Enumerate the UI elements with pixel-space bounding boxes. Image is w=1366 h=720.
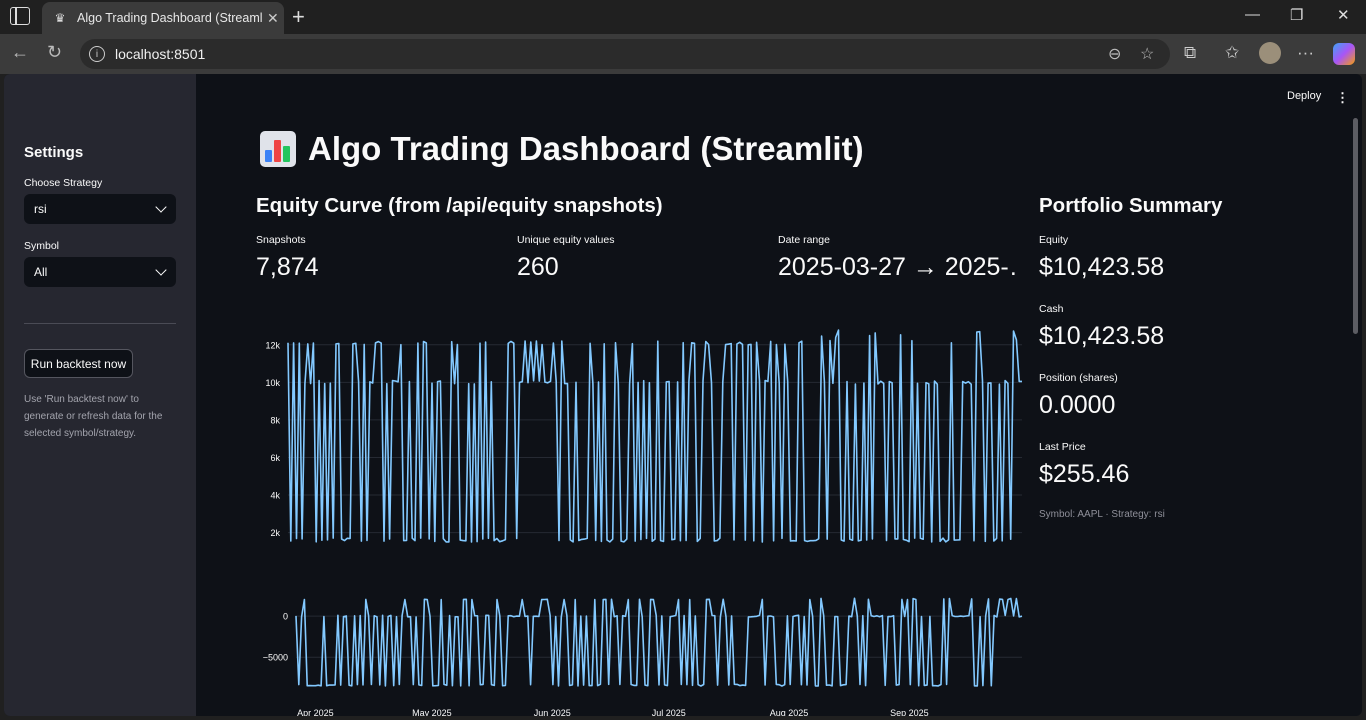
portfolio-caption: Symbol: AAPL · Strategy: rsi — [1039, 509, 1165, 520]
equity-heading: Equity Curve (from /api/equity snapshots… — [256, 194, 663, 217]
page-title-row: Algo Trading Dashboard (Streamlit) — [260, 130, 864, 168]
y-tick-label: 2k — [270, 528, 280, 538]
reload-icon[interactable]: ↻ — [47, 42, 62, 63]
strategy-select-value: rsi — [34, 202, 47, 216]
y-tick-label: −5000 — [263, 653, 288, 663]
metric-label: Date range — [778, 234, 830, 246]
equity-change-chart[interactable]: 0 −5000 Apr 2025 May 2025 Jun 2025 Jul 2025 Au… — [250, 594, 1026, 716]
url-bar[interactable]: i localhost:8501 ⊖ ☆ — [80, 39, 1170, 69]
last-price-label: Last Price — [1039, 441, 1086, 453]
copilot-icon[interactable] — [1333, 43, 1355, 65]
sidebar-toggle-icon[interactable] — [10, 7, 30, 25]
y-tick-label: 10k — [265, 378, 280, 388]
sidebar-help-text: Use 'Run backtest now' to generate or re… — [24, 394, 163, 439]
last-price-value: $255.46 — [1039, 460, 1130, 488]
more-menu-icon[interactable]: ··· — [1297, 43, 1314, 63]
chevron-down-icon — [155, 201, 167, 213]
equity-chart[interactable]: 2k4k6k8k10k12kApr 2025May 2025Jun 2025Ju… — [250, 314, 1026, 564]
streamlit-favicon-icon: ♛ — [54, 11, 66, 25]
streamlit-page: Settings Choose Strategy rsi Symbol All … — [4, 74, 1362, 716]
url-text: localhost:8501 — [115, 46, 206, 62]
x-tick-label: Aug 2025 — [770, 708, 809, 716]
y-tick-label: 0 — [283, 612, 288, 622]
sidebar: Settings Choose Strategy rsi Symbol All … — [4, 74, 196, 716]
equity-label: Equity — [1039, 234, 1069, 246]
metric-value: 7,874 — [256, 253, 319, 281]
equity-value: $10,423.58 — [1039, 253, 1165, 281]
profile-avatar[interactable] — [1259, 42, 1281, 64]
equity-series-line — [295, 597, 1023, 687]
tab-close-icon[interactable]: ✕ — [267, 10, 279, 27]
new-tab-icon[interactable]: + — [292, 4, 305, 30]
y-tick-label: 8k — [270, 415, 280, 425]
metric-label: Unique equity values — [517, 234, 615, 246]
extensions-icon[interactable]: ⧉ — [1184, 43, 1196, 63]
symbol-select-value: All — [34, 265, 48, 279]
x-tick-label: Apr 2025 — [297, 708, 334, 716]
x-tick-label: Jun 2025 — [534, 708, 571, 716]
strategy-label: Choose Strategy — [24, 177, 103, 189]
symbol-select[interactable]: All — [24, 257, 176, 287]
cash-value: $10,423.58 — [1039, 322, 1165, 350]
tab-title: Algo Trading Dashboard (Streamlit) — [77, 11, 263, 25]
restore-icon[interactable]: ❐ — [1290, 6, 1303, 24]
run-backtest-button[interactable]: Run backtest now — [24, 349, 133, 378]
minimize-icon[interactable]: — — [1245, 6, 1260, 23]
sidebar-divider — [24, 323, 176, 324]
metric-value: 2025-03-27 → 2025-… — [778, 253, 1020, 281]
equity-series-line — [287, 329, 1022, 543]
site-info-icon[interactable]: i — [89, 46, 105, 62]
favorites-icon[interactable]: ✩ — [1225, 43, 1239, 63]
favorite-star-icon[interactable]: ☆ — [1140, 44, 1154, 64]
sidebar-title: Settings — [24, 144, 84, 161]
back-icon[interactable]: ← — [11, 42, 29, 63]
zoom-icon[interactable]: ⊖ — [1108, 44, 1121, 64]
x-tick-label: May 2025 — [412, 708, 452, 716]
page-scrollbar[interactable] — [1353, 118, 1358, 334]
browser-tab-bar: ♛ Algo Trading Dashboard (Streamlit) ✕ +… — [0, 0, 1366, 34]
portfolio-heading: Portfolio Summary — [1039, 194, 1223, 217]
page-title: Algo Trading Dashboard (Streamlit) — [308, 130, 864, 167]
browser-tab[interactable]: ♛ Algo Trading Dashboard (Streamlit) ✕ — [42, 2, 284, 34]
y-tick-label: 4k — [270, 491, 280, 501]
y-tick-label: 6k — [270, 453, 280, 463]
strategy-select[interactable]: rsi — [24, 194, 176, 224]
position-value: 0.0000 — [1039, 391, 1116, 419]
bar-chart-emoji-icon — [260, 131, 296, 167]
window-close-icon[interactable]: ✕ — [1337, 6, 1350, 24]
address-toolbar: ← ↻ i localhost:8501 ⊖ ☆ ⧉ ✩ ··· — [0, 34, 1366, 74]
y-tick-label: 12k — [265, 340, 280, 350]
deploy-button[interactable]: Deploy — [1287, 90, 1321, 102]
cash-label: Cash — [1039, 303, 1064, 315]
x-tick-label: Sep 2025 — [890, 708, 929, 716]
position-label: Position (shares) — [1039, 372, 1118, 384]
symbol-label: Symbol — [24, 240, 60, 252]
main-menu-icon[interactable]: ⋮ — [1336, 90, 1349, 106]
metric-label: Snapshots — [256, 234, 306, 246]
x-tick-label: Jul 2025 — [652, 708, 686, 716]
chevron-down-icon — [155, 264, 167, 276]
metric-value: 260 — [517, 253, 559, 281]
